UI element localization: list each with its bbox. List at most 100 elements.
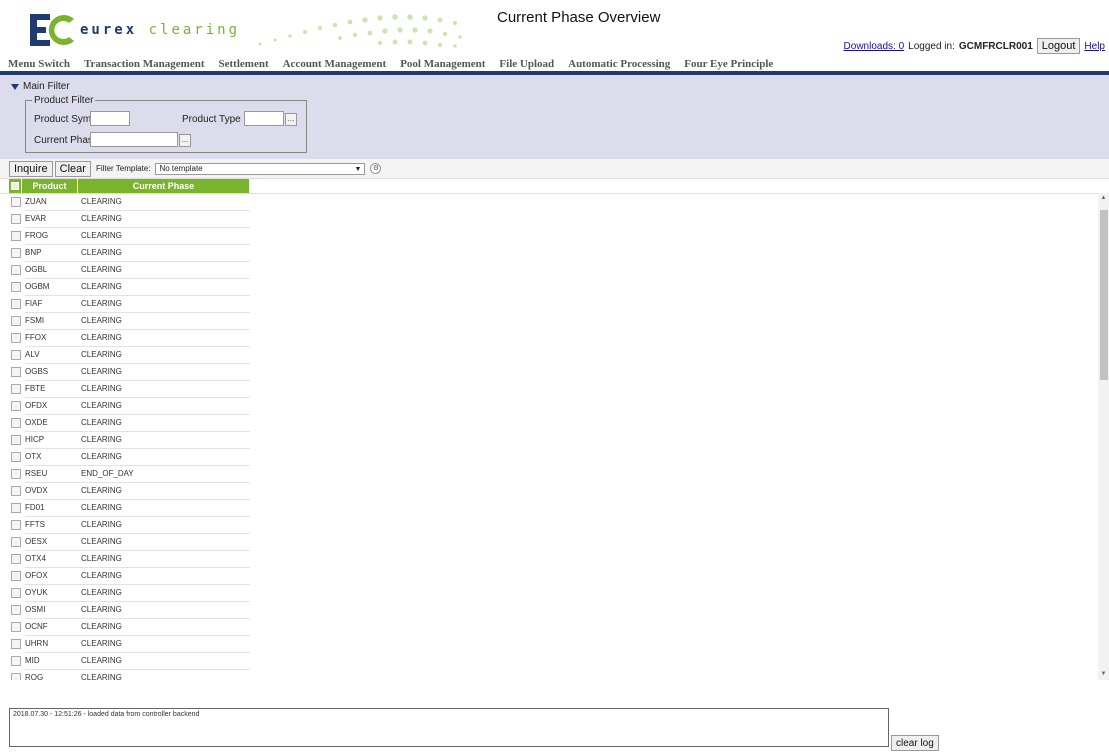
current-phase-cell: CLEARING [81, 622, 122, 631]
row-checkbox[interactable] [11, 333, 21, 343]
clear-log-button[interactable]: clear log [891, 735, 939, 751]
table-row[interactable]: FIAF CLEARING [0, 296, 280, 313]
table-row[interactable]: ZUAN CLEARING [0, 194, 280, 211]
current-phase-input[interactable] [90, 132, 178, 147]
menu-item-transaction-management[interactable]: Transaction Management [84, 58, 204, 70]
row-checkbox[interactable] [11, 452, 21, 462]
row-checkbox[interactable] [11, 435, 21, 445]
select-all-checkbox[interactable] [9, 179, 21, 193]
row-checkbox[interactable] [11, 401, 21, 411]
row-checkbox[interactable] [11, 503, 21, 513]
row-checkbox[interactable] [11, 265, 21, 275]
row-checkbox[interactable] [11, 486, 21, 496]
menu-item-settlement[interactable]: Settlement [219, 58, 269, 70]
row-checkbox[interactable] [11, 588, 21, 598]
row-checkbox[interactable] [11, 605, 21, 615]
table-row[interactable]: OFDX CLEARING [0, 398, 280, 415]
table-row[interactable]: OXDE CLEARING [0, 415, 280, 432]
menu-item-account-management[interactable]: Account Management [283, 58, 387, 70]
table-row[interactable]: HICP CLEARING [0, 432, 280, 449]
help-link[interactable]: Help [1084, 41, 1105, 52]
table-row[interactable]: OVDX CLEARING [0, 483, 280, 500]
current-phase-picker-button[interactable]: ... [179, 134, 191, 147]
row-checkbox[interactable] [11, 673, 21, 680]
table-row[interactable]: OTX4 CLEARING [0, 551, 280, 568]
row-checkbox[interactable] [11, 469, 21, 479]
table-row[interactable]: ALV CLEARING [0, 347, 280, 364]
downloads-link[interactable]: Downloads: 0 [844, 41, 905, 52]
row-checkbox[interactable] [11, 639, 21, 649]
row-checkbox[interactable] [11, 282, 21, 292]
product-type-input[interactable] [244, 111, 284, 126]
triangle-down-icon [11, 83, 19, 90]
product-cell: BNP [25, 248, 42, 257]
table-row[interactable]: RSEU END_OF_DAY [0, 466, 280, 483]
product-cell: FFTS [25, 520, 45, 529]
menu-item-file-upload[interactable]: File Upload [499, 58, 554, 70]
row-checkbox[interactable] [11, 367, 21, 377]
gear-icon[interactable]: ⚙ [370, 163, 382, 174]
row-checkbox[interactable] [11, 656, 21, 666]
column-header-current-phase[interactable]: Current Phase [77, 179, 249, 193]
table-row[interactable]: FFTS CLEARING [0, 517, 280, 534]
table-row[interactable]: OGBS CLEARING [0, 364, 280, 381]
table-scrollbar[interactable]: ▲ ▼ [1098, 193, 1109, 680]
row-checkbox[interactable] [11, 248, 21, 258]
user-id: GCMFRCLR001 [958, 40, 1033, 52]
menu-item-four-eye-principle[interactable]: Four Eye Principle [684, 58, 773, 70]
product-type-picker-button[interactable]: ... [285, 113, 297, 126]
table-row[interactable]: OTX CLEARING [0, 449, 280, 466]
table-row[interactable]: MID CLEARING [0, 653, 280, 670]
product-cell: OFDX [25, 401, 48, 410]
product-cell: UHRN [25, 639, 49, 648]
row-checkbox[interactable] [11, 554, 21, 564]
table-row[interactable]: OGBL CLEARING [0, 262, 280, 279]
product-symbol-input[interactable] [90, 111, 130, 126]
table-row[interactable]: OFOX CLEARING [0, 568, 280, 585]
row-checkbox[interactable] [11, 214, 21, 224]
row-checkbox[interactable] [11, 537, 21, 547]
table-row[interactable]: OCNF CLEARING [0, 619, 280, 636]
menu-item-menu-switch[interactable]: Menu Switch [8, 58, 70, 70]
table-row[interactable]: BNP CLEARING [0, 245, 280, 262]
inquire-button[interactable]: Inquire [9, 160, 53, 177]
product-cell: OGBS [25, 367, 49, 376]
menu-item-automatic-processing[interactable]: Automatic Processing [568, 58, 670, 70]
row-checkbox[interactable] [11, 316, 21, 326]
header: eurex clearing Current Phase Overview Do… [0, 0, 1109, 56]
logout-button[interactable]: Logout [1036, 38, 1081, 54]
table-row[interactable]: FBTE CLEARING [0, 381, 280, 398]
scroll-down-arrow-icon[interactable]: ▼ [1098, 669, 1109, 680]
row-checkbox[interactable] [11, 418, 21, 428]
row-checkbox[interactable] [11, 384, 21, 394]
scrollbar-thumb[interactable] [1100, 210, 1108, 380]
table-row[interactable]: UHRN CLEARING [0, 636, 280, 653]
menu-item-pool-management[interactable]: Pool Management [400, 58, 485, 70]
table-row[interactable]: FROG CLEARING [0, 228, 280, 245]
row-checkbox[interactable] [11, 231, 21, 241]
filter-template-select[interactable]: No template ▼ [155, 162, 366, 175]
row-checkbox[interactable] [11, 571, 21, 581]
product-cell: ALV [25, 350, 40, 359]
row-checkbox[interactable] [11, 299, 21, 309]
row-checkbox[interactable] [11, 622, 21, 632]
row-checkbox[interactable] [11, 350, 21, 360]
clear-button[interactable]: Clear [54, 160, 91, 177]
column-header-product[interactable]: Product [21, 179, 77, 193]
current-phase-cell: CLEARING [81, 265, 122, 274]
row-checkbox[interactable] [11, 520, 21, 530]
table-row[interactable]: OGBM CLEARING [0, 279, 280, 296]
scroll-up-arrow-icon[interactable]: ▲ [1098, 193, 1109, 204]
table-row[interactable]: FSMI CLEARING [0, 313, 280, 330]
current-phase-cell: CLEARING [81, 554, 122, 563]
table-row[interactable]: EVAR CLEARING [0, 211, 280, 228]
table-row[interactable]: OYUK CLEARING [0, 585, 280, 602]
product-cell: RSEU [25, 469, 48, 478]
row-checkbox[interactable] [11, 197, 21, 207]
table-row[interactable]: OESX CLEARING [0, 534, 280, 551]
table-row[interactable]: OSMI CLEARING [0, 602, 280, 619]
main-filter-toggle[interactable]: Main Filter [11, 81, 70, 92]
table-row[interactable]: ROG CLEARING [0, 670, 280, 680]
table-row[interactable]: FD01 CLEARING [0, 500, 280, 517]
table-row[interactable]: FFOX CLEARING [0, 330, 280, 347]
